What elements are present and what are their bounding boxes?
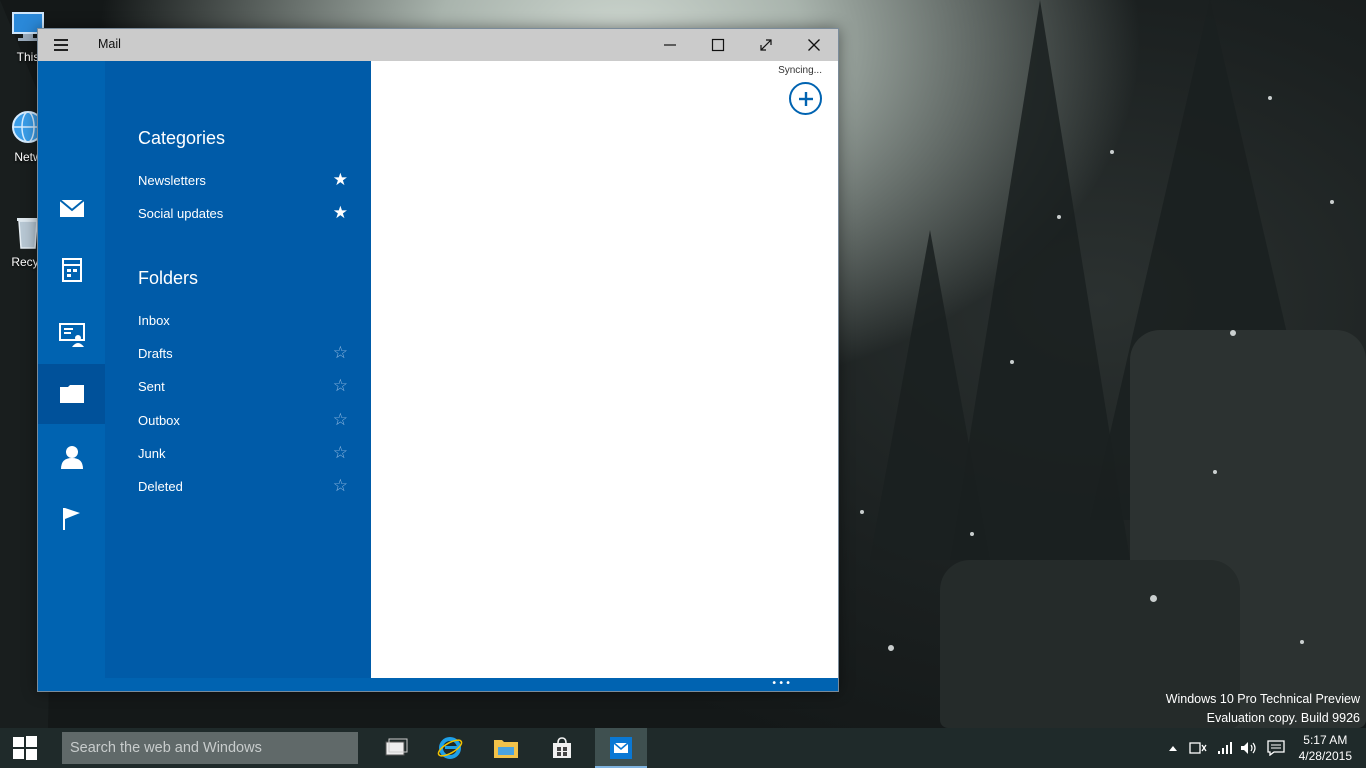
- maximize-icon: [711, 38, 725, 52]
- folder-label: Inbox: [138, 312, 170, 328]
- more-options-button[interactable]: •••: [771, 679, 792, 689]
- folder-item-deleted[interactable]: Deleted ☆: [138, 473, 348, 499]
- taskbar-store[interactable]: [536, 728, 588, 768]
- rail-mail-button[interactable]: [38, 178, 105, 238]
- input-method-button[interactable]: [1186, 728, 1210, 768]
- taskbar-mail[interactable]: [595, 728, 647, 768]
- volume-button[interactable]: [1238, 728, 1260, 768]
- task-view-icon: [385, 738, 408, 756]
- star-outline-icon[interactable]: ☆: [333, 377, 348, 395]
- person-icon: [60, 446, 83, 469]
- categories-heading: Categories: [138, 128, 226, 148]
- calendar-icon: [61, 258, 82, 282]
- start-button[interactable]: [0, 728, 50, 768]
- folder-pane: Categories Newsletters ★ Social updates …: [105, 61, 371, 679]
- title-bar[interactable]: Mail: [38, 29, 838, 61]
- windows-logo-icon: [13, 736, 37, 760]
- expand-diagonal-icon: [760, 39, 772, 51]
- mail-window: Mail Categories Newsletters ★ Social upd…: [37, 28, 839, 692]
- folder-icon: [59, 385, 84, 403]
- clock-date: 4/28/2015: [1298, 749, 1352, 763]
- close-button[interactable]: [790, 29, 838, 61]
- show-hidden-icons-button[interactable]: [1164, 728, 1182, 768]
- minimize-button[interactable]: [646, 29, 694, 61]
- folder-item-sent[interactable]: Sent ☆: [138, 373, 348, 399]
- notification-icon: [1267, 740, 1285, 756]
- close-icon: [808, 39, 820, 51]
- watermark-line-2: Evaluation copy. Build 9926: [1206, 711, 1360, 725]
- star-outline-icon[interactable]: ☆: [333, 444, 348, 462]
- navigation-rail: [38, 61, 105, 679]
- mail-icon: [610, 737, 632, 759]
- task-view-button[interactable]: [370, 728, 422, 768]
- action-center-button[interactable]: [1264, 728, 1288, 768]
- rail-flag-button[interactable]: [38, 488, 105, 548]
- os-watermark: Windows 10 Pro Technical Preview Evaluat…: [1166, 690, 1360, 728]
- mail-icon: [58, 199, 85, 217]
- sync-status: Syncing...: [778, 65, 822, 76]
- full-screen-button[interactable]: [742, 29, 790, 61]
- store-bag-icon: [553, 737, 571, 758]
- star-outline-icon[interactable]: ☆: [333, 411, 348, 429]
- hamburger-menu-icon[interactable]: [54, 39, 68, 51]
- app-bar: •••: [38, 678, 838, 691]
- chevron-up-icon: [1169, 746, 1177, 751]
- category-label: Newsletters: [138, 172, 206, 188]
- window-title: Mail: [98, 37, 121, 51]
- taskbar-file-explorer[interactable]: [480, 728, 532, 768]
- rail-calendar-button[interactable]: [38, 240, 105, 300]
- taskbar-internet-explorer[interactable]: [424, 728, 476, 768]
- folder-item-junk[interactable]: Junk ☆: [138, 440, 348, 466]
- folder-item-inbox[interactable]: Inbox: [138, 307, 348, 333]
- folder-label: Drafts: [138, 345, 173, 361]
- folder-item-drafts[interactable]: Drafts ☆: [138, 340, 348, 366]
- keyboard-language-icon: [1189, 742, 1207, 754]
- category-item-newsletters[interactable]: Newsletters ★: [138, 167, 348, 193]
- signal-bars-icon: [1218, 742, 1232, 754]
- folders-heading: Folders: [138, 268, 199, 288]
- network-button[interactable]: [1214, 728, 1236, 768]
- folder-label: Outbox: [138, 412, 180, 428]
- minimize-icon: [664, 44, 676, 46]
- taskbar: Search the web and Windows 5:17 AM 4/28/…: [0, 728, 1366, 768]
- folder-label: Deleted: [138, 478, 183, 494]
- new-mail-button[interactable]: [789, 82, 822, 115]
- maximize-button[interactable]: [694, 29, 742, 61]
- star-outline-icon[interactable]: ☆: [333, 344, 348, 362]
- folder-label: Junk: [138, 445, 166, 461]
- flag-icon: [62, 508, 80, 530]
- star-outline-icon[interactable]: ☆: [333, 477, 348, 495]
- rail-people-button[interactable]: [38, 304, 105, 364]
- star-filled-icon[interactable]: ★: [333, 204, 348, 222]
- search-box[interactable]: Search the web and Windows: [62, 732, 358, 764]
- plus-icon: [798, 91, 813, 106]
- folder-item-outbox[interactable]: Outbox ☆: [138, 407, 348, 433]
- message-list-area: Syncing...: [371, 61, 838, 679]
- people-card-icon: [58, 323, 85, 347]
- folder-label: Sent: [138, 378, 165, 394]
- star-filled-icon[interactable]: ★: [333, 171, 348, 189]
- clock-time: 5:17 AM: [1303, 733, 1348, 747]
- rail-contact-button[interactable]: [38, 427, 105, 487]
- file-explorer-icon: [494, 740, 518, 758]
- category-label: Social updates: [138, 205, 224, 221]
- watermark-line-1: Windows 10 Pro Technical Preview: [1165, 692, 1360, 706]
- system-clock[interactable]: 5:17 AM 4/28/2015: [1299, 732, 1352, 764]
- category-item-social-updates[interactable]: Social updates ★: [138, 200, 348, 226]
- internet-explorer-icon: [437, 737, 463, 759]
- rail-folders-button[interactable]: [38, 364, 105, 424]
- speaker-icon: [1241, 742, 1256, 754]
